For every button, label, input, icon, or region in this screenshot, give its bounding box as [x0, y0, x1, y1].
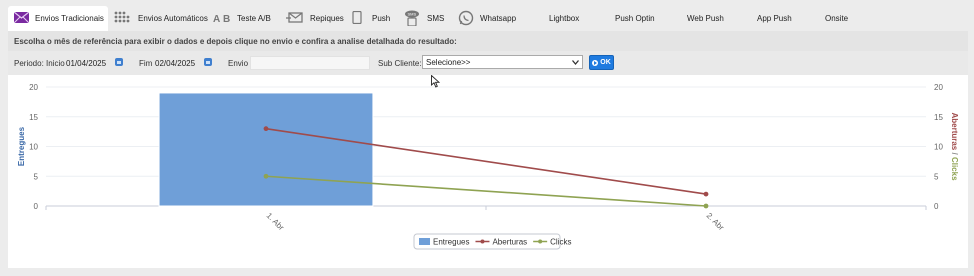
tab-envios-automaticos[interactable]: Envios Automáticos — [108, 6, 214, 31]
data-point-clicks — [263, 173, 269, 179]
ab-icon: AB — [213, 13, 231, 25]
calendar-icon[interactable] — [115, 58, 123, 66]
svg-text:SMS: SMS — [408, 11, 417, 16]
tab-app-push[interactable]: App Push — [751, 6, 798, 31]
envio-label: Envio — [228, 59, 249, 68]
tab-label: Push Optin — [615, 14, 655, 23]
tab-label: Push — [372, 14, 391, 23]
subclient-selected-value: Selecione>> — [426, 57, 471, 67]
calendar-icon[interactable] — [204, 58, 212, 66]
legend-marker — [538, 239, 543, 244]
end-date-label: Fim — [139, 59, 153, 68]
end-date-input[interactable] — [155, 57, 200, 69]
tab-teste-ab[interactable]: AB Teste A/B — [207, 6, 277, 31]
ok-button[interactable]: OK — [589, 55, 614, 70]
x-tick-label: 1. Abr — [265, 211, 286, 232]
tab-sms[interactable]: SMS SMS — [397, 6, 450, 31]
instruction-text: Escolha o mês de referência para exibir … — [8, 31, 968, 51]
mail-repeat-icon — [286, 11, 304, 26]
period-start-label: Periodo: Inicio — [14, 59, 65, 68]
tab-label: Web Push — [687, 14, 724, 23]
sms-phone-icon: SMS — [403, 10, 421, 28]
chevron-down-icon — [572, 58, 579, 67]
tab-label: App Push — [757, 14, 792, 23]
chart-panel: 0 0 5 5 10 10 15 15 20 20 1. Abr 2. Abr Entregues Abe… — [8, 75, 968, 268]
whatsapp-icon — [458, 10, 474, 28]
legend-marker — [480, 239, 485, 244]
right-tick-label: 10 — [934, 143, 943, 152]
tab-push-optin[interactable]: Push Optin — [609, 6, 661, 31]
right-axis-title: Aberturas / Clicks — [950, 112, 959, 181]
chart-axes: 0 0 5 5 10 10 15 15 20 20 1. Abr 2. Abr Entregues Abe… — [17, 83, 959, 232]
mouse-cursor-icon — [431, 74, 441, 90]
right-axis-title-part: Aberturas — [950, 112, 959, 150]
left-axis-title: Entregues — [17, 126, 26, 166]
grid-dots-icon — [114, 11, 132, 26]
envelope-icon — [13, 11, 30, 25]
tab-label: SMS — [427, 14, 445, 23]
chart-bars — [158, 92, 374, 207]
tab-label: Teste A/B — [237, 14, 271, 23]
tab-label: Envios Tradicionais — [35, 14, 104, 23]
tab-push[interactable]: Push — [346, 6, 396, 31]
right-tick-label: 5 — [934, 172, 939, 181]
ok-button-label: OK — [600, 59, 611, 66]
tab-repiques[interactable]: Repiques — [280, 6, 350, 31]
subclient-label: Sub Cliente: — [378, 59, 422, 68]
results-chart: 0 0 5 5 10 10 15 15 20 20 1. Abr 2. Abr Entregues Abe… — [17, 83, 959, 250]
left-tick-label: 0 — [34, 202, 39, 211]
left-tick-label: 15 — [29, 113, 38, 122]
tab-label: Repiques — [310, 14, 344, 23]
right-tick-label: 15 — [934, 113, 943, 122]
legend-label: Clicks — [550, 238, 571, 247]
left-tick-label: 20 — [29, 83, 38, 92]
legend-label: Entregues — [433, 238, 469, 247]
legend-label: Aberturas — [492, 238, 527, 247]
tab-lightbox[interactable]: Lightbox — [543, 6, 585, 31]
play-circle-icon — [592, 59, 599, 66]
x-tick-label: 2. Abr — [705, 211, 726, 232]
right-tick-label: 0 — [934, 202, 939, 211]
legend-swatch — [419, 238, 430, 245]
start-date-input[interactable] — [66, 57, 111, 69]
tab-label: Lightbox — [549, 14, 580, 23]
data-point-aberturas — [263, 126, 269, 132]
tab-label: Onsite — [825, 14, 849, 23]
channel-tabs: Envios Tradicionais Envios Automáticos A… — [8, 6, 968, 31]
bar-entregues — [158, 92, 374, 207]
chart-legend: Entregues Aberturas Clicks — [413, 233, 572, 250]
tab-label: Whatsapp — [480, 14, 517, 23]
mobile-phone-icon — [352, 10, 362, 26]
tab-envios-tradicionais[interactable]: Envios Tradicionais — [8, 6, 108, 31]
subclient-select[interactable]: Selecione>> — [422, 55, 583, 69]
data-point-clicks — [703, 203, 709, 209]
right-tick-label: 20 — [934, 83, 943, 92]
left-tick-label: 10 — [29, 143, 38, 152]
data-point-aberturas — [703, 191, 709, 197]
svg-text:A: A — [213, 14, 220, 23]
tab-whatsapp[interactable]: Whatsapp — [452, 6, 522, 31]
envio-input[interactable] — [250, 56, 370, 70]
left-tick-label: 5 — [34, 172, 39, 181]
svg-text:B: B — [223, 14, 230, 23]
right-axis-title-part: Clicks — [950, 155, 959, 181]
tab-web-push[interactable]: Web Push — [681, 6, 730, 31]
tab-label: Envios Automáticos — [138, 14, 208, 23]
filter-bar: Periodo: Inicio Fim Envio Sub Cliente: S… — [8, 51, 968, 75]
tab-onsite[interactable]: Onsite — [819, 6, 854, 31]
